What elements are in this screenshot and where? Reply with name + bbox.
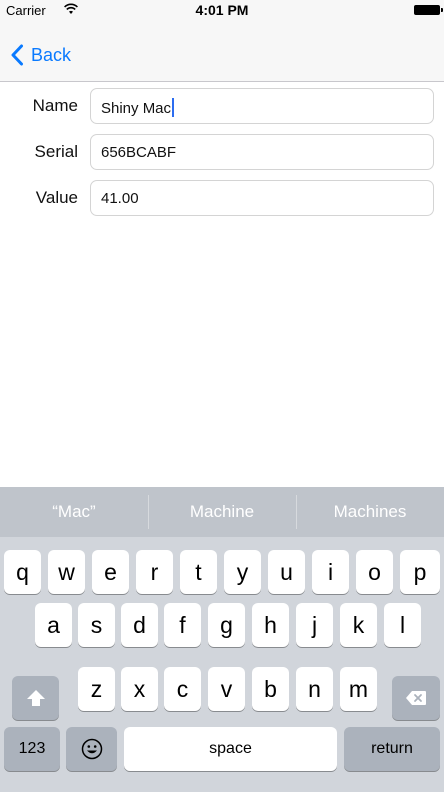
back-button[interactable]: Back xyxy=(10,40,71,70)
keyboard: “Mac” Machine Machines q w e r t y u i o… xyxy=(0,487,444,792)
key-b[interactable]: b xyxy=(252,667,289,711)
name-label: Name xyxy=(32,96,78,115)
serial-row: Serial 656BCABF xyxy=(0,134,444,172)
key-v[interactable]: v xyxy=(208,667,245,711)
key-o[interactable]: o xyxy=(356,550,393,594)
chevron-left-icon xyxy=(11,44,23,66)
suggestion-2[interactable]: Machine xyxy=(148,487,296,537)
emoji-key[interactable] xyxy=(66,727,117,771)
delete-key[interactable] xyxy=(392,676,440,720)
key-z[interactable]: z xyxy=(78,667,115,711)
space-key[interactable]: space xyxy=(124,727,337,771)
key-j[interactable]: j xyxy=(296,603,333,647)
key-u[interactable]: u xyxy=(268,550,305,594)
text-cursor xyxy=(172,98,175,117)
key-g[interactable]: g xyxy=(208,603,245,647)
key-m[interactable]: m xyxy=(340,667,377,711)
navigation-bar: Back xyxy=(0,20,444,82)
name-field-value: Shiny Mac xyxy=(101,100,172,117)
name-field[interactable]: Shiny Mac xyxy=(90,88,434,124)
key-f[interactable]: f xyxy=(164,603,201,647)
key-h[interactable]: h xyxy=(252,603,289,647)
status-time: 4:01 PM xyxy=(195,2,249,18)
delete-icon xyxy=(406,691,426,705)
return-key[interactable]: return xyxy=(344,727,440,771)
key-r[interactable]: r xyxy=(136,550,173,594)
numbers-key[interactable]: 123 xyxy=(4,727,60,771)
serial-label: Serial xyxy=(34,142,78,161)
key-s[interactable]: s xyxy=(78,603,115,647)
emoji-icon xyxy=(81,738,102,760)
status-bar: Carrier 4:01 PM xyxy=(0,0,444,20)
shift-icon xyxy=(26,690,45,706)
back-label: Back xyxy=(31,44,72,65)
serial-field[interactable]: 656BCABF xyxy=(90,134,434,170)
key-w[interactable]: w xyxy=(48,550,85,594)
value-field[interactable]: 41.00 xyxy=(90,180,434,216)
suggestion-3[interactable]: Machines xyxy=(296,487,444,537)
value-label: Value xyxy=(35,188,78,207)
shift-key[interactable] xyxy=(12,676,59,720)
value-row: Value 41.00 xyxy=(0,180,444,218)
key-a[interactable]: a xyxy=(35,603,72,647)
key-e[interactable]: e xyxy=(92,550,129,594)
key-p[interactable]: p xyxy=(400,550,440,594)
name-row: Name Shiny Mac xyxy=(0,88,444,126)
key-q[interactable]: q xyxy=(4,550,41,594)
key-x[interactable]: x xyxy=(121,667,158,711)
suggestion-1[interactable]: “Mac” xyxy=(0,487,148,537)
battery-icon xyxy=(414,5,443,15)
key-t[interactable]: t xyxy=(180,550,217,594)
key-n[interactable]: n xyxy=(296,667,333,711)
key-k[interactable]: k xyxy=(340,603,377,647)
suggestion-bar: “Mac” Machine Machines xyxy=(0,487,444,537)
key-y[interactable]: y xyxy=(224,550,261,594)
key-c[interactable]: c xyxy=(164,667,201,711)
key-l[interactable]: l xyxy=(384,603,421,647)
key-d[interactable]: d xyxy=(121,603,158,647)
key-i[interactable]: i xyxy=(312,550,349,594)
